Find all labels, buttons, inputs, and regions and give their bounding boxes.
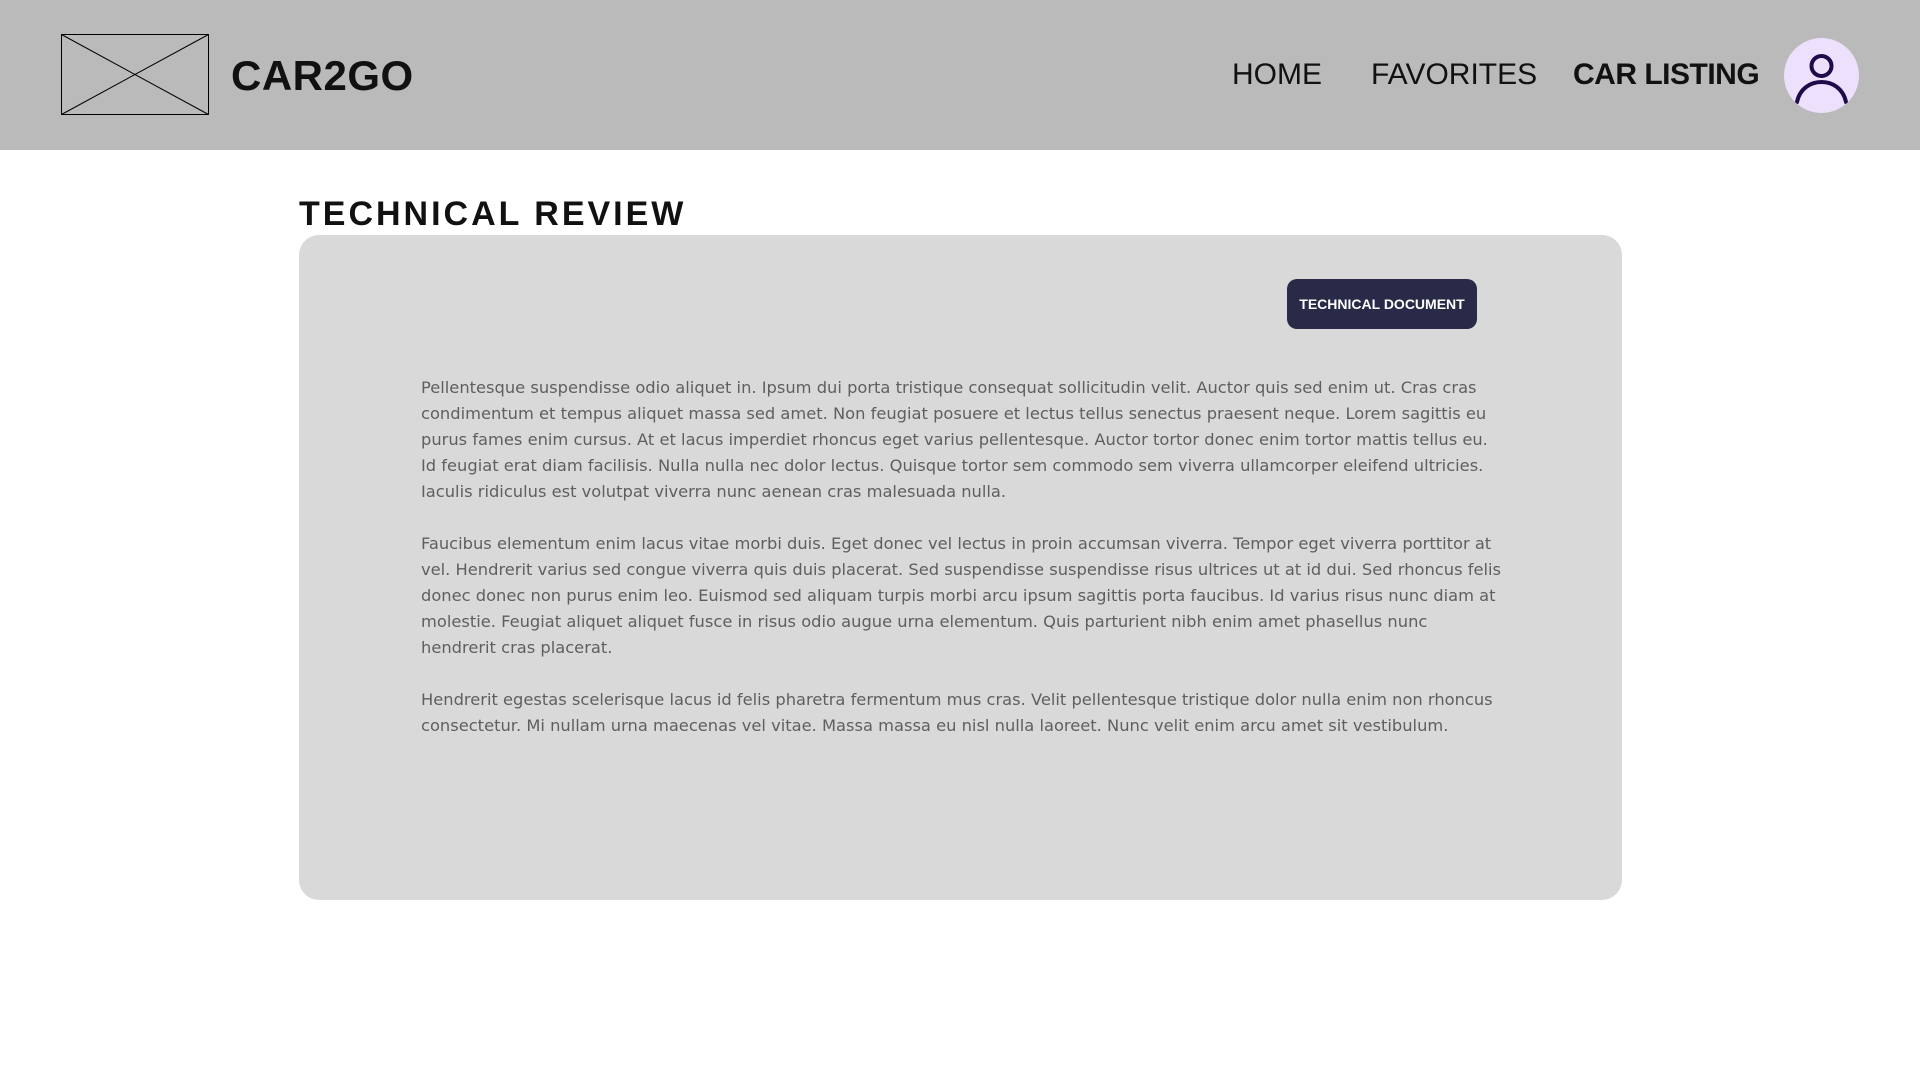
review-paragraph: Pellentesque suspendisse odio aliquet in…	[421, 378, 1488, 501]
user-icon	[1795, 54, 1848, 104]
nav-home-link[interactable]: HOME	[1232, 50, 1322, 100]
brand-name[interactable]: CAR2GO	[231, 48, 414, 104]
top-navbar: CAR2GO HOME FAVORITES CAR LISTING	[0, 0, 1920, 150]
review-text: Pellentesque suspendisse odio aliquet in…	[421, 375, 1501, 765]
nav-car-listing-link[interactable]: CAR LISTING	[1573, 50, 1760, 100]
review-paragraph: Hendrerit egestas scelerisque lacus id f…	[421, 690, 1493, 735]
image-placeholder-icon[interactable]	[61, 34, 209, 115]
user-avatar-button[interactable]	[1784, 38, 1859, 113]
nav-favorites-link[interactable]: FAVORITES	[1371, 50, 1537, 100]
page-title: TECHNICAL REVIEW	[299, 195, 687, 233]
technical-document-button[interactable]: TECHNICAL DOCUMENT	[1287, 279, 1477, 329]
review-paragraph: Faucibus elementum enim lacus vitae morb…	[421, 534, 1501, 657]
